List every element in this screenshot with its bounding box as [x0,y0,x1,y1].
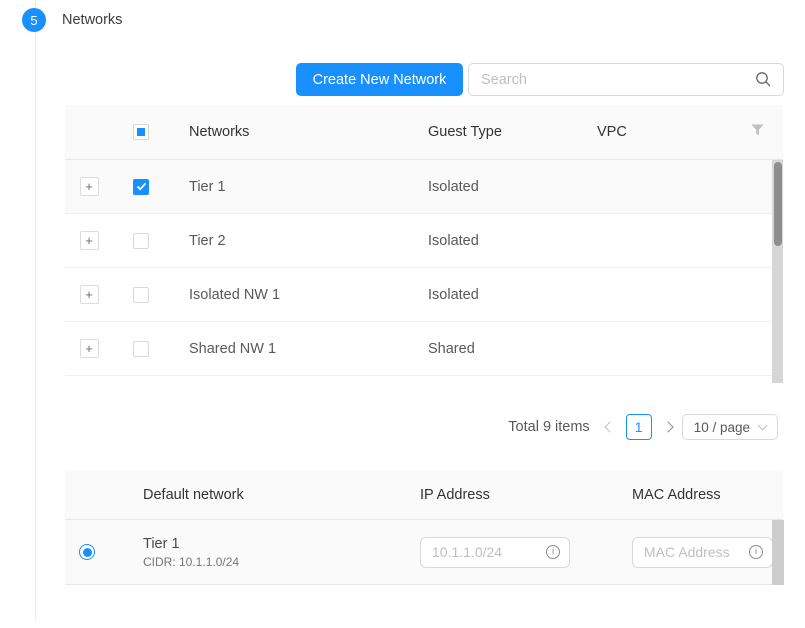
expand-row-button[interactable]: + [80,231,99,250]
table-scrollbar[interactable] [772,160,783,383]
default-network-name: Tier 1 [143,536,404,552]
select-all-checkbox[interactable] [133,124,149,140]
row-checkbox[interactable] [133,341,149,357]
row-checkbox[interactable] [133,287,149,303]
page-number-button[interactable]: 1 [626,414,652,440]
ip-address-field[interactable]: i [420,537,570,568]
table-row: + Isolated NW 1 Isolated [65,268,783,322]
default-network-row: Tier 1 CIDR: 10.1.1.0/24 i i [65,520,783,585]
select-all-cell [113,124,169,140]
mac-address-field[interactable]: i [632,537,773,568]
network-name: Tier 2 [169,233,412,249]
default-network-radio[interactable] [79,544,95,560]
page-size-select[interactable]: 10 / page [682,414,778,440]
guest-type: Isolated [412,233,581,249]
network-name: Isolated NW 1 [169,287,412,303]
info-icon: i [749,545,763,559]
network-name: Shared NW 1 [169,341,412,357]
prev-page-icon[interactable] [604,421,615,432]
guest-type: Isolated [412,287,581,303]
plus-icon: + [85,342,93,355]
row-checkbox[interactable] [133,233,149,249]
expand-row-button[interactable]: + [80,339,99,358]
step-title: Networks [62,12,122,28]
column-header-vpc: VPC [581,124,721,140]
search-input[interactable] [469,72,755,88]
default-network-cidr: CIDR: 10.1.1.0/24 [143,555,404,569]
chevron-down-icon [758,421,768,431]
search-box[interactable] [468,63,784,96]
ip-address-input[interactable] [421,544,546,560]
radio-dot [83,548,92,557]
networks-table-header: Networks Guest Type VPC [65,105,783,160]
plus-icon: + [85,288,93,301]
table-row: + Tier 1 Isolated [65,160,783,214]
filter-cell [721,124,783,140]
info-icon: i [546,545,560,559]
guest-type: Isolated [412,179,581,195]
guest-type: Shared [412,341,581,357]
expand-row-button[interactable]: + [80,177,99,196]
step-number: 5 [30,13,37,28]
expand-row-button[interactable]: + [80,285,99,304]
column-header-guest-type: Guest Type [412,124,581,140]
column-header-ip-address: IP Address [404,487,616,503]
networks-table: Networks Guest Type VPC + Tier 1 Isolate… [65,105,783,376]
pagination: Total 9 items 1 10 / page [508,414,778,440]
network-name: Tier 1 [169,179,412,195]
table-scrollbar[interactable] [772,520,784,585]
page-size-label: 10 / page [694,420,750,435]
row-checkbox[interactable] [133,179,149,195]
column-header-networks: Networks [169,124,412,140]
indeterminate-mark [137,128,145,136]
default-network-table-header: Default network IP Address MAC Address [65,470,783,520]
column-header-mac-address: MAC Address [616,487,783,503]
plus-icon: + [85,180,93,193]
filter-icon[interactable] [751,124,764,140]
create-new-network-button[interactable]: Create New Network [296,63,463,96]
next-page-icon[interactable] [662,421,673,432]
table-row: + Shared NW 1 Shared [65,322,783,376]
step-number-badge: 5 [22,8,46,32]
default-network-table: Default network IP Address MAC Address T… [65,470,783,585]
mac-address-input[interactable] [633,544,749,560]
table-row: + Tier 2 Isolated [65,214,783,268]
plus-icon: + [85,234,93,247]
networks-step-page: 5 Networks Create New Network Networks G… [0,0,805,628]
search-icon[interactable] [755,71,772,88]
step-connector-line [35,0,36,620]
scrollbar-thumb[interactable] [774,162,782,246]
pagination-total: Total 9 items [508,419,589,435]
column-header-default-network: Default network [109,487,404,503]
